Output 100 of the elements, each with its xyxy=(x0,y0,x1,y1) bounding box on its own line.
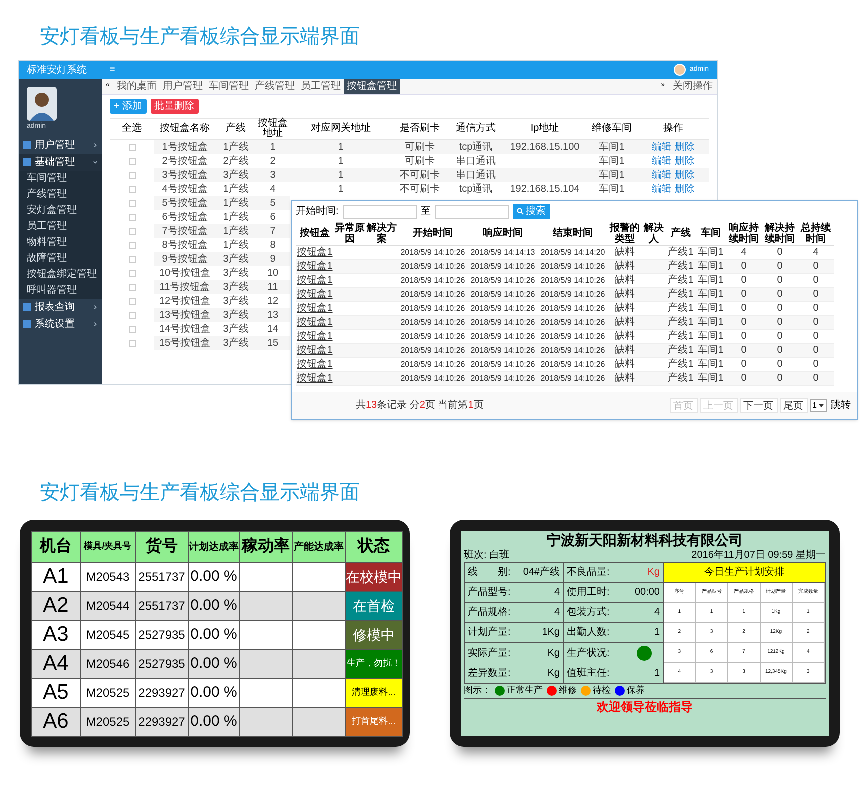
box-link[interactable]: 按钮盒1 xyxy=(297,371,333,386)
box-link[interactable]: 按钮盒1 xyxy=(297,287,333,302)
sidebar-subitem[interactable]: 物料管理 xyxy=(19,234,102,250)
table-cell: 产线1 xyxy=(666,260,696,274)
box-link[interactable]: 按钮盒1 xyxy=(297,245,333,260)
row-checkbox[interactable] xyxy=(128,144,136,150)
sidebar-subitem[interactable]: 安灯盒管理 xyxy=(19,202,102,218)
jump-button[interactable]: 跳转 xyxy=(829,398,853,413)
field-value: 1 xyxy=(654,626,660,640)
table-cell: 0 xyxy=(762,316,798,330)
row-checkbox[interactable] xyxy=(128,186,136,192)
sidebar-subitem[interactable]: 产线管理 xyxy=(19,186,102,202)
table-cell: 车间1 xyxy=(586,168,638,182)
box-link[interactable]: 按钮盒1 xyxy=(297,343,333,358)
tab[interactable]: 用户管理 xyxy=(160,79,206,94)
tab[interactable]: 产线管理 xyxy=(252,79,298,94)
table-cell: 车间1 xyxy=(696,260,726,274)
pager-button[interactable]: 尾页 xyxy=(780,398,808,413)
row-checkbox[interactable] xyxy=(128,340,136,346)
start-time-field[interactable] xyxy=(342,204,417,218)
mold-cell-text: M20544 xyxy=(86,598,130,615)
start-time-label: 开始时间: xyxy=(296,204,339,219)
field-value: 00:00 xyxy=(634,586,660,600)
date-time: 2016年11月07日 09:59 星期一 xyxy=(692,549,826,562)
column-header: 按钮盒 xyxy=(296,222,334,246)
row-actions-link[interactable]: 编辑 删除 xyxy=(652,182,695,196)
delete-button[interactable]: 批量删除 xyxy=(150,99,199,114)
table-cell: 2018/5/9 14:10:26 xyxy=(538,372,608,386)
close-menu[interactable]: 关闭操作 xyxy=(669,79,717,94)
table-cell: 0 xyxy=(726,372,762,386)
row-checkbox[interactable] xyxy=(128,172,136,178)
avatar-icon xyxy=(27,87,57,121)
table-cell: 0 xyxy=(798,372,834,386)
row-checkbox[interactable] xyxy=(128,158,136,164)
field-value: Kg xyxy=(648,566,660,580)
field-label: 包装方式: xyxy=(567,606,610,620)
table-cell: 车间1 xyxy=(586,140,638,154)
table-cell-text: 10 xyxy=(266,266,280,280)
sidebar-item[interactable]: 用户管理 xyxy=(19,136,102,154)
pager-button[interactable]: 下一页 xyxy=(740,398,778,413)
row-checkbox[interactable] xyxy=(128,228,136,234)
row-checkbox[interactable] xyxy=(128,270,136,276)
row-checkbox[interactable] xyxy=(128,256,136,262)
row-checkbox[interactable] xyxy=(128,312,136,318)
column-header: 响应时间 xyxy=(468,222,538,246)
shift-text: 班次: 白班 xyxy=(464,549,510,562)
sidebar-item[interactable]: 系统设置 xyxy=(19,316,102,332)
table-cell-text: 192.168.15.104 xyxy=(509,182,581,196)
table-cell-text: 1产线 xyxy=(222,210,250,224)
sidebar-item[interactable]: 报表查询 xyxy=(19,298,102,316)
table-cell: 3产线 xyxy=(216,252,256,266)
field-label: 生产状况: xyxy=(567,646,610,660)
tab[interactable]: 车间管理 xyxy=(206,79,252,94)
machine-cell-text: A5 xyxy=(43,680,69,706)
table-cell: 缺料 xyxy=(608,372,642,386)
table-cell: 2018/5/9 14:10:26 xyxy=(398,344,468,358)
column-header: 结束时间 xyxy=(538,222,608,246)
table-cell: 车间1 xyxy=(696,288,726,302)
table-cell-text: 8 xyxy=(269,238,277,252)
row-checkbox[interactable] xyxy=(128,214,136,220)
box-link[interactable]: 按钮盒1 xyxy=(297,273,333,288)
table-cell: 2018/5/9 14:10:26 xyxy=(468,260,538,274)
field-label: 值班主任: xyxy=(567,666,610,680)
table-cell-text: 1 xyxy=(337,182,345,196)
tab[interactable]: 按钮盒管理 xyxy=(344,79,400,94)
row-actions-link[interactable]: 编辑 删除 xyxy=(652,154,695,168)
row-checkbox[interactable] xyxy=(128,242,136,248)
box-link[interactable]: 按钮盒1 xyxy=(297,315,333,330)
user-avatar-icon xyxy=(674,64,686,76)
tab[interactable]: 我的桌面 xyxy=(114,79,160,94)
tab[interactable]: 员工管理 xyxy=(298,79,344,94)
box-link[interactable]: 按钮盒1 xyxy=(297,329,333,344)
row-checkbox[interactable] xyxy=(128,200,136,206)
column-header: 机台 xyxy=(32,532,80,562)
machine-cell-text: A1 xyxy=(43,564,69,590)
sidebar-subitem[interactable]: 呼叫器管理 xyxy=(19,282,102,298)
box-link[interactable]: 按钮盒1 xyxy=(297,259,333,274)
sidebar-subitem[interactable]: 车间管理 xyxy=(19,170,102,186)
table-cell: 车间1 xyxy=(696,316,726,330)
plan-rate-cell-text: 0.00 % xyxy=(190,654,238,674)
table-cell: 1 xyxy=(290,168,392,182)
row-checkbox[interactable] xyxy=(128,284,136,290)
table-cell-text: 车间1 xyxy=(598,154,626,168)
table-cell: 0 xyxy=(726,344,762,358)
table-cell-text: 2产线 xyxy=(222,154,250,168)
sidebar-subitem[interactable]: 故障管理 xyxy=(19,250,102,266)
end-time-field[interactable] xyxy=(434,204,509,218)
item-cell-text: 2293927 xyxy=(138,685,186,702)
box-link[interactable]: 按钮盒1 xyxy=(297,301,333,316)
row-checkbox[interactable] xyxy=(128,298,136,304)
table-cell-text: 8号按钮盒 xyxy=(161,238,209,252)
table-cell: 3号按钮盒 xyxy=(154,168,216,182)
row-checkbox[interactable] xyxy=(128,326,136,332)
sidebar-subitem[interactable]: 按钮盒绑定管理 xyxy=(19,266,102,282)
sidebar-item[interactable]: 基础管理 xyxy=(19,154,102,170)
table-cell: 2018/5/9 14:10:26 xyxy=(468,316,538,330)
sidebar-subitem[interactable]: 员工管理 xyxy=(19,218,102,234)
box-link[interactable]: 按钮盒1 xyxy=(297,357,333,372)
chevron-down-icon xyxy=(93,160,98,164)
plan-rate-cell-text: 0.00 % xyxy=(190,624,238,645)
